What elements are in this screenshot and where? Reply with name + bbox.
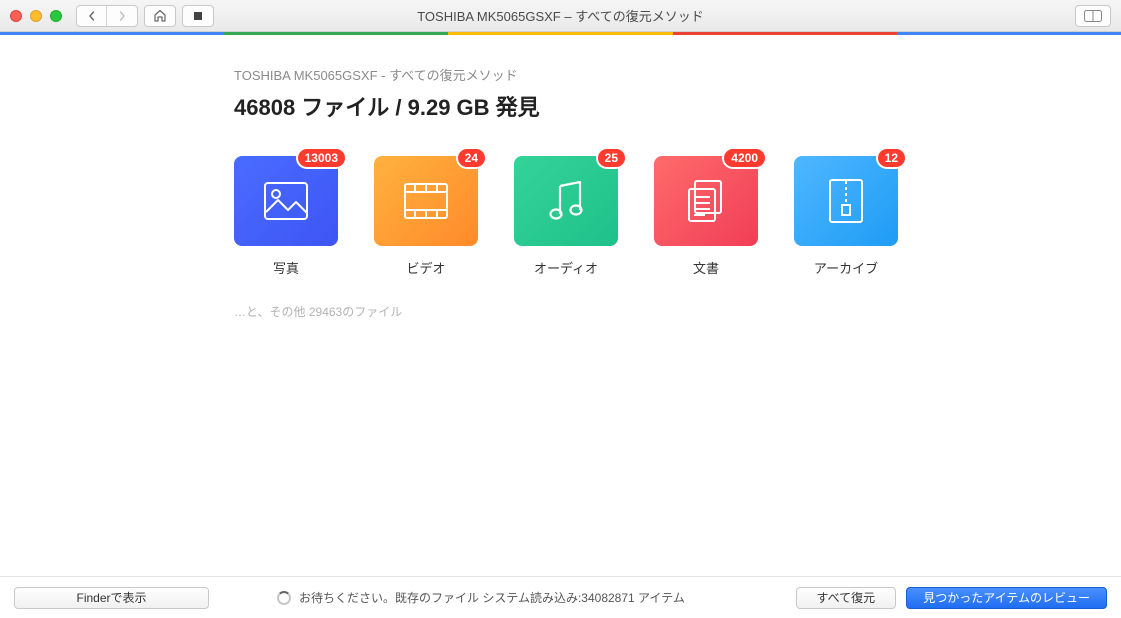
footer-bar: Finderで表示 お待ちください。既存のファイル システム読み込み:34082… — [0, 576, 1121, 618]
status-text: お待ちください。既存のファイル システム読み込み:34082871 アイテム — [299, 589, 685, 606]
toolbar-nav — [76, 5, 214, 27]
video-icon — [404, 183, 448, 219]
loading-spinner-icon — [277, 591, 291, 605]
panel-icon — [1084, 10, 1102, 22]
category-label: 文書 — [693, 258, 719, 277]
chevron-left-icon — [87, 11, 97, 21]
count-badge: 12 — [876, 147, 907, 169]
category-tile: 13003 — [234, 156, 338, 246]
back-button[interactable] — [77, 6, 107, 26]
category-tile: 4200 — [654, 156, 758, 246]
category-card-audio[interactable]: 25 オーディオ — [514, 156, 618, 277]
category-label: ビデオ — [406, 258, 445, 277]
category-card-document[interactable]: 4200 文書 — [654, 156, 758, 277]
scan-summary-heading: 46808 ファイル / 9.29 GB 発見 — [234, 90, 1121, 122]
nav-back-forward — [76, 5, 138, 27]
home-button[interactable] — [144, 5, 176, 27]
category-label: アーカイブ — [814, 258, 878, 277]
other-files-note: …と、その他 29463のファイル — [234, 303, 1121, 320]
category-tile: 12 — [794, 156, 898, 246]
scan-status: お待ちください。既存のファイル システム読み込み:34082871 アイテム — [277, 589, 778, 606]
document-icon — [685, 179, 727, 223]
main-content: TOSHIBA MK5065GSXF - すべての復元メソッド 46808 ファ… — [0, 35, 1121, 576]
category-cards: 13003 写真 24 — [234, 156, 1121, 277]
maximize-window-button[interactable] — [50, 10, 62, 22]
category-label: 写真 — [273, 258, 299, 277]
category-label: オーディオ — [534, 258, 598, 277]
stop-button[interactable] — [182, 5, 214, 27]
category-card-video[interactable]: 24 ビデオ — [374, 156, 478, 277]
recover-all-button[interactable]: すべて復元 — [796, 587, 897, 609]
close-window-button[interactable] — [10, 10, 22, 22]
titlebar: TOSHIBA MK5065GSXF – すべての復元メソッド — [0, 0, 1121, 32]
count-badge: 25 — [596, 147, 627, 169]
archive-icon — [829, 179, 863, 223]
home-icon — [153, 9, 167, 22]
audio-icon — [546, 180, 586, 222]
stop-icon — [193, 11, 203, 21]
review-found-items-button[interactable]: 見つかったアイテムのレビュー — [906, 587, 1107, 609]
category-card-photo[interactable]: 13003 写真 — [234, 156, 338, 277]
count-badge: 13003 — [296, 147, 347, 169]
minimize-window-button[interactable] — [30, 10, 42, 22]
chevron-right-icon — [117, 11, 127, 21]
window-controls — [10, 10, 62, 22]
count-badge: 4200 — [722, 147, 767, 169]
category-tile: 24 — [374, 156, 478, 246]
count-badge: 24 — [456, 147, 487, 169]
category-card-archive[interactable]: 12 アーカイブ — [794, 156, 898, 277]
toggle-panel-button[interactable] — [1075, 5, 1111, 27]
category-tile: 25 — [514, 156, 618, 246]
forward-button[interactable] — [107, 6, 137, 26]
breadcrumb: TOSHIBA MK5065GSXF - すべての復元メソッド — [234, 65, 1121, 84]
photo-icon — [264, 182, 308, 220]
show-in-finder-button[interactable]: Finderで表示 — [14, 587, 209, 609]
